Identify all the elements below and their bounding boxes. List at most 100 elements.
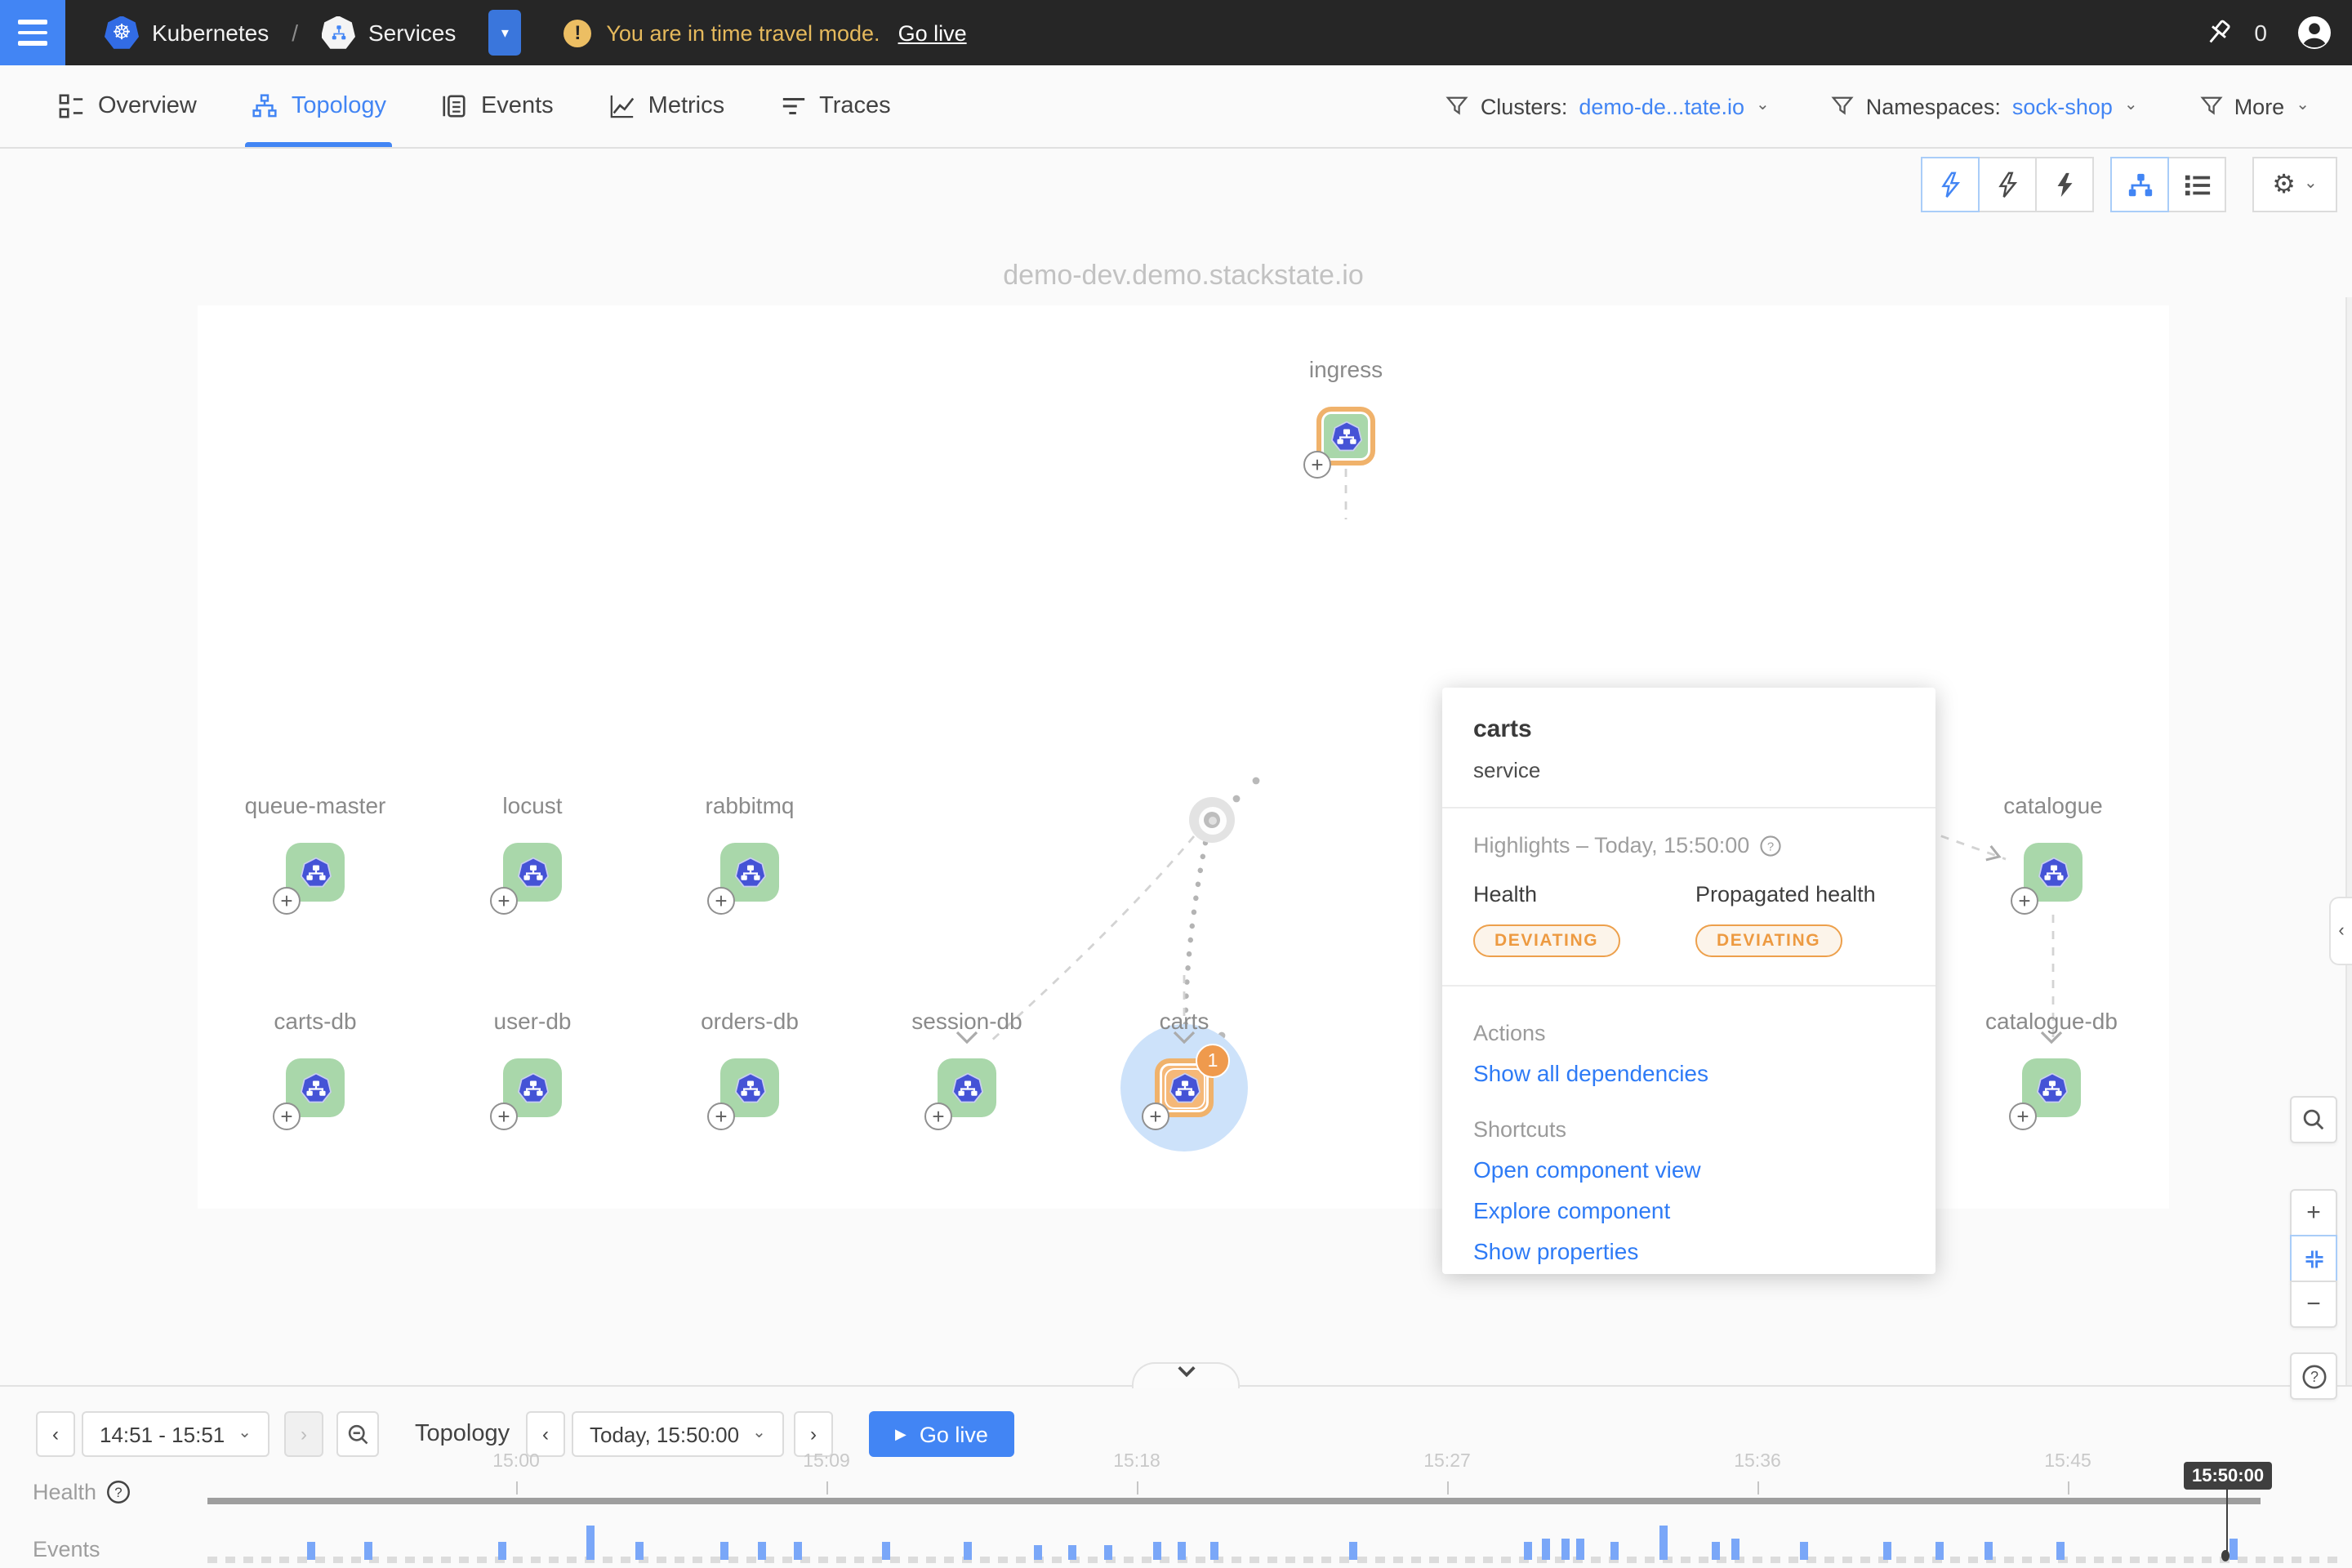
shortcut-open-component-view[interactable]: Open component view [1473, 1156, 1904, 1183]
breadcrumb-brand[interactable]: Kubernetes [152, 20, 269, 46]
save-view-as-button[interactable]: Save view as... ▾ [488, 10, 521, 56]
node-label: ingress [1232, 356, 1460, 382]
chevron-down-icon[interactable]: ⌄ [2296, 98, 2310, 114]
fit-to-screen-button[interactable] [2290, 1235, 2337, 1282]
avatar[interactable] [2296, 15, 2332, 51]
help-button[interactable]: ? [2290, 1352, 2337, 1400]
filter-health-deviating-button[interactable] [1921, 157, 1980, 212]
list-view-button[interactable] [2167, 157, 2226, 212]
topology-node-catalogue[interactable]: +catalogue [2024, 843, 2082, 902]
topology-node-ingress[interactable]: +ingress [1316, 407, 1375, 466]
right-panel-handle[interactable]: ‹ [2329, 897, 2352, 965]
shortcuts-label: Shortcuts [1473, 1117, 1904, 1142]
topology-node-locust[interactable]: +locust [503, 843, 562, 902]
chevron-down-icon[interactable]: ⌄ [1756, 98, 1770, 114]
breadcrumb-view[interactable]: Services [368, 20, 456, 46]
filter-namespaces[interactable]: Namespaces: sock-shop ⌄ [1832, 94, 2138, 118]
settings-button[interactable]: ⚙ ⌄ [2252, 157, 2337, 212]
topology-node-session-db[interactable]: +session-db [938, 1058, 996, 1117]
range-next-button[interactable]: › [284, 1411, 323, 1457]
tab-overview[interactable]: Overview [59, 65, 197, 147]
events-track[interactable] [207, 1557, 2339, 1563]
node-label: catalogue-db [1937, 1008, 2166, 1034]
pin-count: 0 [2254, 20, 2267, 46]
expand-node-button[interactable]: + [924, 1102, 952, 1130]
health-status-badge: DEVIATING [1473, 924, 1619, 957]
expand-node-button[interactable]: + [273, 1102, 301, 1130]
topology-node-catalogue-db[interactable]: +catalogue-db [2022, 1058, 2081, 1117]
expand-node-button[interactable]: + [1142, 1102, 1169, 1130]
clusters-value[interactable]: demo-de...tate.io [1579, 94, 1744, 118]
service-icon [1329, 419, 1363, 453]
service-icon [733, 1071, 767, 1105]
expand-node-button[interactable]: + [707, 887, 735, 915]
filter-health-all-button[interactable] [2035, 157, 2094, 212]
topology-node-orders-db[interactable]: +orders-db [720, 1058, 779, 1117]
topology-node-carts[interactable]: +1carts [1155, 1058, 1214, 1117]
events-icon [442, 93, 468, 119]
health-row-label: Health ? [33, 1480, 131, 1504]
help-icon[interactable]: ? [106, 1480, 131, 1504]
action-show-all-dependencies[interactable]: Show all dependencies [1473, 1060, 1904, 1086]
time-next-button[interactable]: › [794, 1411, 833, 1457]
timeline-tick [2068, 1481, 2069, 1494]
topology-node-user-db[interactable]: +user-db [503, 1058, 562, 1117]
event-bar [1542, 1539, 1549, 1560]
topology-canvas[interactable]: +ingress+queue-master+locust+rabbitmq+or… [198, 305, 2169, 1209]
expand-node-button[interactable]: + [2009, 1102, 2037, 1130]
health-label: Health [1473, 882, 1695, 906]
event-bar [1731, 1539, 1739, 1560]
timeline-controls: ‹ 14:51 - 15:51 ⌄ › Topology ‹ Today, 15… [0, 1411, 2352, 1457]
expand-node-button[interactable]: + [490, 887, 518, 915]
graph-view-button[interactable] [2110, 157, 2169, 212]
time-marker-flag[interactable]: 15:50:00 [2184, 1462, 2272, 1490]
health-track[interactable] [207, 1498, 2261, 1504]
timeline-collapse-button[interactable] [1132, 1362, 1240, 1388]
tab-traces[interactable]: Traces [780, 65, 891, 147]
shortcut-show-properties[interactable]: Show properties [1473, 1238, 1904, 1264]
expand-node-button[interactable]: + [490, 1102, 518, 1130]
namespaces-value[interactable]: sock-shop [2012, 94, 2113, 118]
expand-node-button[interactable]: + [273, 887, 301, 915]
shortcut-explore-component[interactable]: Explore component [1473, 1197, 1904, 1223]
chevron-down-icon[interactable]: ⌄ [2124, 98, 2138, 114]
more-label: More [2234, 94, 2285, 118]
timeline-tick-label: 15:36 [1700, 1452, 1815, 1472]
clusters-label: Clusters: [1481, 94, 1568, 118]
time-dropdown[interactable]: Today, 15:50:00 ⌄ [572, 1411, 784, 1457]
help-icon[interactable]: ? [1759, 834, 1782, 857]
save-view-caret-icon[interactable]: ▾ [488, 10, 521, 56]
namespaces-label: Namespaces: [1866, 94, 2001, 118]
tab-events[interactable]: Events [442, 65, 554, 147]
pin-icon[interactable] [2203, 17, 2234, 48]
event-bar [307, 1542, 314, 1560]
topology-edges [0, 149, 2352, 1385]
time-prev-button[interactable]: ‹ [526, 1411, 565, 1457]
search-button[interactable] [2290, 1096, 2337, 1143]
topology-node-carts-db[interactable]: +carts-db [286, 1058, 345, 1117]
range-prev-button[interactable]: ‹ [36, 1411, 75, 1457]
propagated-health-label: Propagated health [1695, 882, 1876, 906]
tab-topology[interactable]: Topology [252, 65, 386, 147]
timeline-zoom-out-button[interactable] [336, 1411, 379, 1457]
timeline-tick-label: 15:18 [1080, 1452, 1194, 1472]
node-label: locust [418, 792, 647, 818]
time-marker-line [2225, 1488, 2228, 1553]
filter-clusters[interactable]: Clusters: demo-de...tate.io ⌄ [1446, 94, 1770, 118]
filter-more[interactable]: More ⌄ [2200, 94, 2310, 118]
timeline-go-live-button[interactable]: ▶ Go live [869, 1411, 1014, 1457]
expand-node-button[interactable]: + [1303, 451, 1331, 479]
group-hub-node[interactable] [1189, 797, 1235, 843]
go-live-link[interactable]: Go live [898, 20, 967, 45]
expand-node-button[interactable]: + [2011, 887, 2038, 915]
tab-metrics[interactable]: Metrics [609, 65, 724, 147]
topology-node-queue-master[interactable]: +queue-master [286, 843, 345, 902]
filter-health-critical-button[interactable] [1978, 157, 2037, 212]
timeline-tick [1757, 1481, 1759, 1494]
zoom-out-button[interactable]: − [2290, 1281, 2337, 1328]
range-dropdown[interactable]: 14:51 - 15:51 ⌄ [82, 1411, 270, 1457]
topology-node-rabbitmq[interactable]: +rabbitmq [720, 843, 779, 902]
zoom-in-button[interactable]: + [2290, 1189, 2337, 1236]
expand-node-button[interactable]: + [707, 1102, 735, 1130]
hamburger-menu-icon[interactable] [0, 0, 65, 65]
